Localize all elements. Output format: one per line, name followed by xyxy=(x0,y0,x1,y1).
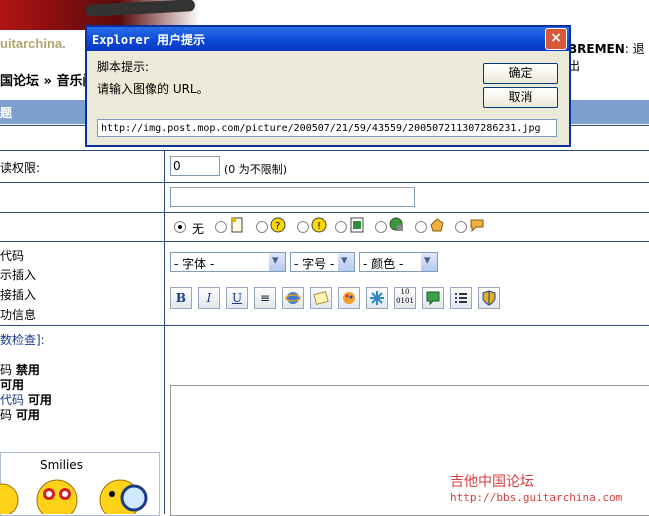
exclamation-icon: ! xyxy=(311,217,327,233)
email-button[interactable] xyxy=(310,287,332,309)
palette-icon xyxy=(343,292,355,304)
username[interactable]: BREMEN xyxy=(568,42,625,56)
icon-radio-question[interactable] xyxy=(256,221,268,233)
row-divider xyxy=(0,182,649,183)
url-input[interactable]: http://img.post.mop.com/picture/200507/2… xyxy=(97,119,557,137)
thumb-icon xyxy=(430,218,444,232)
font-select[interactable]: - 字体 - xyxy=(170,252,286,272)
check-link[interactable]: 数检查]: xyxy=(0,331,45,348)
status-line-4: 码 可用 xyxy=(0,406,40,423)
dialog-titlebar[interactable]: Explorer 用户提示 × xyxy=(87,27,569,51)
chevron-down-icon xyxy=(269,253,285,271)
binary-icon: 10 0101 xyxy=(396,288,414,305)
size-select-value: - 字号 - xyxy=(294,257,335,271)
icon-radio-picture[interactable] xyxy=(335,221,347,233)
list-button[interactable] xyxy=(450,287,472,309)
icon-radio-page[interactable] xyxy=(215,221,227,233)
site-logo-text: uitarchina. xyxy=(0,36,66,51)
icon-radio-thumb[interactable] xyxy=(415,221,427,233)
status-prefix[interactable]: 代码 xyxy=(0,393,24,407)
chevron-down-icon xyxy=(421,253,437,271)
ok-button[interactable]: 确定 xyxy=(483,63,558,84)
status-value: 禁用 xyxy=(15,363,40,377)
permission-label: 读权限: xyxy=(0,161,41,175)
chat-icon xyxy=(389,217,403,231)
svg-text:?: ? xyxy=(275,221,280,232)
code-label-1: 代码 xyxy=(0,249,25,263)
status-prefix: 码 xyxy=(0,408,13,422)
picture-icon xyxy=(350,217,364,233)
dialog-title: Explorer 用户提示 xyxy=(92,33,206,47)
dialog-message: 请输入图像的 URL。 xyxy=(97,82,209,96)
watermark-title: 吉他中国论坛 xyxy=(450,474,534,490)
row-divider xyxy=(0,212,649,213)
row-divider xyxy=(0,150,649,151)
code-label-3: 接插入 xyxy=(0,288,37,302)
page-icon xyxy=(231,217,243,233)
speech-icon xyxy=(470,219,484,233)
color-select[interactable]: - 颜色 - xyxy=(359,252,438,272)
note-icon xyxy=(313,291,329,305)
watermark-url: http://bbs.guitarchina.com xyxy=(450,491,623,504)
cancel-button[interactable]: 取消 xyxy=(483,87,558,108)
image-button[interactable] xyxy=(338,287,360,309)
align-button[interactable]: ≡ xyxy=(254,287,276,309)
flash-button[interactable] xyxy=(366,287,388,309)
icon-radio-exclaim[interactable] xyxy=(297,221,309,233)
list-icon xyxy=(455,293,467,303)
code-label-2: 示插入 xyxy=(0,268,37,282)
link-button[interactable] xyxy=(282,287,304,309)
smiley-icon[interactable] xyxy=(0,480,20,514)
permission-input[interactable]: 0 xyxy=(170,156,220,176)
icon-radio-speech[interactable] xyxy=(455,221,467,233)
shield-button[interactable] xyxy=(478,287,500,309)
dialog-label: 脚本提示: xyxy=(97,60,150,74)
code-label-4: 功信息 xyxy=(0,308,37,322)
user-bar: BREMEN: 退出 xyxy=(568,42,645,73)
status-value: 可用 xyxy=(15,408,40,422)
size-select[interactable]: - 字号 - xyxy=(290,252,355,272)
smiley-icon[interactable] xyxy=(96,478,152,514)
align-icon: ≡ xyxy=(259,291,271,305)
status-value: 可用 xyxy=(27,393,52,407)
icon-none-label: 无 xyxy=(192,222,205,236)
smilies-title: Smilies xyxy=(40,458,83,472)
text-input[interactable] xyxy=(170,187,415,207)
speech-bubble-icon xyxy=(426,291,440,306)
section-title: 题 xyxy=(0,106,13,120)
svg-text:!: ! xyxy=(317,221,321,232)
globe-icon xyxy=(285,292,301,304)
bold-button[interactable]: B xyxy=(170,287,192,309)
chevron-down-icon xyxy=(338,253,354,271)
row-divider xyxy=(0,325,649,326)
code-button[interactable]: 10 0101 xyxy=(394,287,416,309)
icon-radio-none[interactable] xyxy=(174,221,186,233)
quote-button[interactable] xyxy=(422,287,444,309)
breadcrumb[interactable]: 国论坛 » 音乐闲 xyxy=(0,70,95,89)
italic-button[interactable]: I xyxy=(198,287,220,309)
question-icon: ? xyxy=(270,217,286,233)
underline-button[interactable]: U xyxy=(226,287,248,309)
color-select-value: - 颜色 - xyxy=(363,257,404,271)
row-divider xyxy=(0,241,649,242)
smiley-icon[interactable] xyxy=(32,478,82,514)
permission-value: 0 xyxy=(173,159,181,173)
column-divider xyxy=(164,150,165,514)
shield-icon xyxy=(482,290,496,306)
close-icon[interactable]: × xyxy=(545,28,567,50)
status-value: 可用 xyxy=(0,378,25,392)
font-select-value: - 字体 - xyxy=(174,257,215,271)
permission-hint: (0 为不限制) xyxy=(224,163,288,176)
status-prefix: 码 xyxy=(0,363,13,377)
icon-radio-chat[interactable] xyxy=(375,221,387,233)
spark-icon xyxy=(370,291,384,305)
